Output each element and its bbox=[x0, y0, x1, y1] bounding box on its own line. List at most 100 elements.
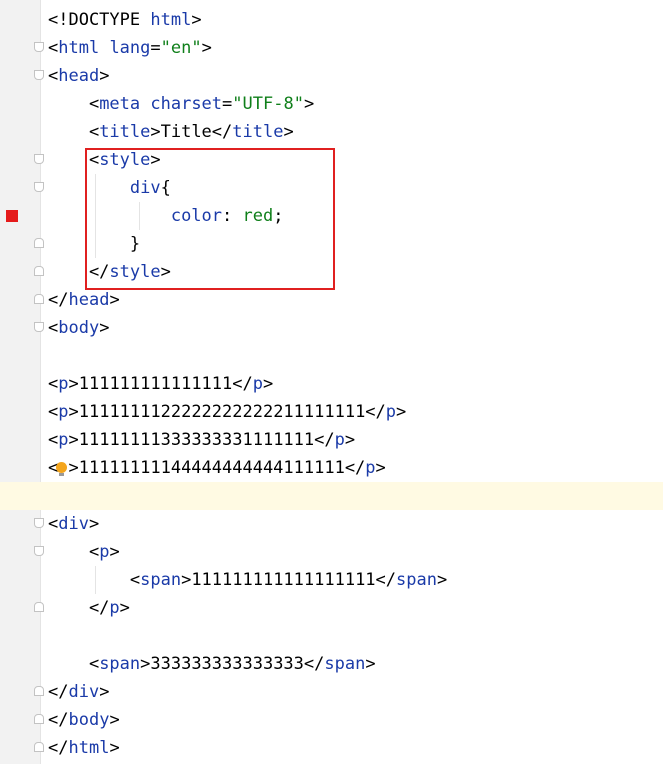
code-line[interactable]: </div> bbox=[0, 678, 663, 706]
code-line[interactable]: <span>111111111111111111</span> bbox=[0, 566, 663, 594]
code-token: = bbox=[222, 94, 233, 114]
code-token: > bbox=[436, 570, 448, 590]
code-token: p bbox=[58, 430, 69, 450]
code-text[interactable]: </p> bbox=[48, 594, 130, 622]
fold-marker-icon[interactable] bbox=[34, 294, 44, 304]
lightbulb-icon[interactable] bbox=[56, 462, 67, 476]
fold-marker-icon[interactable] bbox=[34, 602, 44, 612]
code-token: div bbox=[129, 178, 161, 198]
code-token: > bbox=[99, 682, 110, 702]
code-line[interactable]: div{ bbox=[0, 174, 663, 202]
code-line[interactable] bbox=[0, 482, 663, 510]
code-token: ; bbox=[273, 206, 284, 226]
code-text[interactable]: <head> bbox=[48, 62, 109, 90]
code-line[interactable]: <body> bbox=[0, 314, 663, 342]
fold-marker-icon[interactable] bbox=[34, 154, 44, 164]
code-text[interactable]: <span>111111111111111111</span> bbox=[48, 566, 447, 594]
code-text[interactable]: div{ bbox=[48, 174, 171, 202]
code-line[interactable]: </p> bbox=[0, 594, 663, 622]
code-line[interactable]: <meta charset="UTF-8"> bbox=[0, 90, 663, 118]
code-line[interactable]: < >11111111144444444444111111</p> bbox=[0, 454, 663, 482]
code-token: title bbox=[99, 122, 151, 142]
code-token: < bbox=[48, 122, 100, 142]
code-text[interactable]: <p>11111111333333331111111</p> bbox=[48, 426, 355, 454]
code-token: </ bbox=[48, 738, 69, 758]
code-text[interactable]: <title>Title</title> bbox=[48, 118, 294, 146]
code-token: body bbox=[58, 318, 100, 338]
fold-marker-icon[interactable] bbox=[34, 322, 44, 332]
code-line[interactable]: <html lang="en"> bbox=[0, 34, 663, 62]
code-line[interactable]: <p> bbox=[0, 538, 663, 566]
code-text[interactable]: </html> bbox=[48, 734, 120, 762]
code-text[interactable]: color: red; bbox=[48, 202, 284, 230]
code-line[interactable] bbox=[0, 342, 663, 370]
fold-marker-icon[interactable] bbox=[34, 546, 44, 556]
code-text[interactable]: <p>111111111111111</p> bbox=[48, 370, 273, 398]
code-token: p bbox=[58, 374, 69, 394]
code-line[interactable]: </body> bbox=[0, 706, 663, 734]
code-text[interactable]: </div> bbox=[48, 678, 109, 706]
code-line[interactable]: </style> bbox=[0, 258, 663, 286]
code-line[interactable]: } bbox=[0, 230, 663, 258]
code-text[interactable]: <meta charset="UTF-8"> bbox=[48, 90, 314, 118]
code-token: p bbox=[109, 598, 120, 618]
code-line[interactable]: <title>Title</title> bbox=[0, 118, 663, 146]
code-token: red bbox=[242, 206, 274, 226]
code-token: > bbox=[344, 430, 356, 450]
code-token: title bbox=[232, 122, 284, 142]
fold-marker-icon[interactable] bbox=[34, 742, 44, 752]
fold-marker-icon[interactable] bbox=[34, 182, 44, 192]
fold-marker-icon[interactable] bbox=[34, 266, 44, 276]
fold-marker-icon[interactable] bbox=[34, 714, 44, 724]
code-line[interactable]: <p>11111111333333331111111</p> bbox=[0, 426, 663, 454]
code-token: > bbox=[150, 150, 161, 170]
code-token: </ bbox=[48, 290, 69, 310]
code-line[interactable]: <p>111111111111111</p> bbox=[0, 370, 663, 398]
code-token: > bbox=[375, 458, 386, 478]
code-token: > bbox=[109, 542, 120, 562]
code-token: span bbox=[140, 570, 182, 590]
code-token: : bbox=[222, 206, 243, 226]
code-text[interactable]: </head> bbox=[48, 286, 120, 314]
code-token: </ bbox=[48, 682, 69, 702]
fold-marker-icon[interactable] bbox=[34, 518, 44, 528]
code-editor[interactable]: <!DOCTYPE html> <html lang="en"> <head> <m… bbox=[0, 6, 663, 762]
code-token: "UTF-8" bbox=[232, 94, 304, 114]
code-text[interactable]: <div> bbox=[48, 510, 99, 538]
code-line[interactable]: <style> bbox=[0, 146, 663, 174]
code-token: > bbox=[160, 262, 171, 282]
code-token: < bbox=[48, 514, 59, 534]
indent-guide bbox=[139, 202, 140, 230]
code-line[interactable]: color: red; bbox=[0, 202, 663, 230]
code-text[interactable]: </style> bbox=[48, 258, 171, 286]
code-line[interactable] bbox=[0, 622, 663, 650]
breakpoint-icon[interactable] bbox=[6, 210, 18, 222]
code-token: > bbox=[109, 710, 120, 730]
code-text[interactable]: <html lang="en"> bbox=[48, 34, 212, 62]
code-text[interactable]: </body> bbox=[48, 706, 120, 734]
code-token: lang bbox=[109, 38, 151, 58]
code-text[interactable]: <style> bbox=[48, 146, 161, 174]
code-token: < bbox=[48, 66, 59, 86]
code-text[interactable]: <p>1111111122222222222211111111</p> bbox=[48, 398, 406, 426]
fold-marker-icon[interactable] bbox=[34, 42, 44, 52]
code-text[interactable]: <span>333333333333333</span> bbox=[48, 650, 376, 678]
code-line[interactable]: <head> bbox=[0, 62, 663, 90]
code-text[interactable]: <body> bbox=[48, 314, 109, 342]
code-line[interactable]: <span>333333333333333</span> bbox=[0, 650, 663, 678]
code-text[interactable]: <!DOCTYPE html> bbox=[48, 6, 202, 34]
code-text[interactable]: < >11111111144444444444111111</p> bbox=[48, 454, 386, 482]
code-token: > bbox=[303, 94, 315, 114]
code-line[interactable]: <!DOCTYPE html> bbox=[0, 6, 663, 34]
code-line[interactable]: <div> bbox=[0, 510, 663, 538]
code-line[interactable]: </head> bbox=[0, 286, 663, 314]
fold-marker-icon[interactable] bbox=[34, 238, 44, 248]
code-line[interactable]: <p>1111111122222222222211111111</p> bbox=[0, 398, 663, 426]
code-token: >111111111111111</ bbox=[68, 374, 253, 394]
code-text[interactable]: <p> bbox=[48, 538, 120, 566]
code-token: > bbox=[119, 598, 130, 618]
fold-marker-icon[interactable] bbox=[34, 70, 44, 80]
code-line[interactable]: </html> bbox=[0, 734, 663, 762]
fold-marker-icon[interactable] bbox=[34, 686, 44, 696]
